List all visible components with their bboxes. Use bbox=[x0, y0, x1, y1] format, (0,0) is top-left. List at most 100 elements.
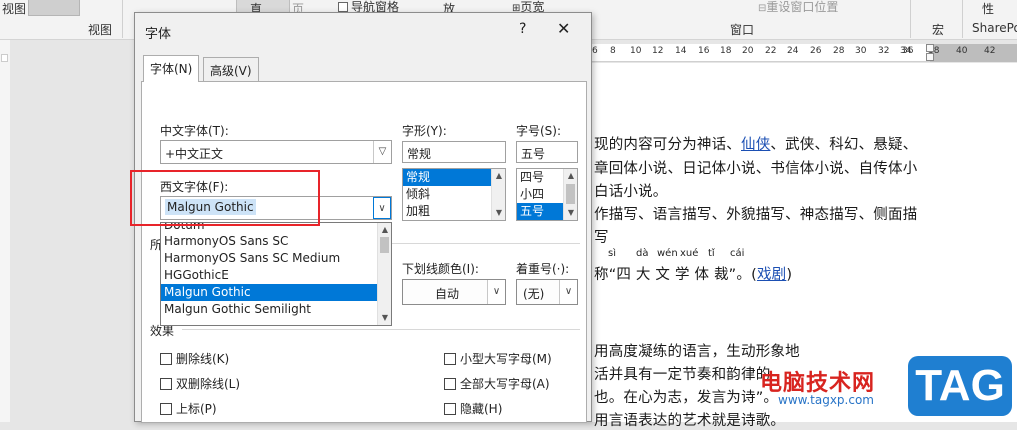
emphasis-combo[interactable]: (无) ∨ bbox=[516, 279, 578, 305]
indent-marker[interactable] bbox=[926, 53, 934, 61]
ruler-number: 8 bbox=[610, 46, 616, 56]
checkbox-label: 小型大写字母(M) bbox=[460, 352, 552, 366]
font-option[interactable]: Dotum bbox=[161, 223, 391, 233]
scroll-up-icon[interactable]: ▲ bbox=[564, 169, 577, 183]
west-font-label: 西文字体(F): bbox=[160, 180, 229, 194]
scroll-thumb[interactable] bbox=[380, 237, 389, 253]
doc-line: 活并具有一定节奏和韵律的 bbox=[594, 367, 771, 383]
font-option[interactable]: Malgun Gothic bbox=[161, 284, 391, 301]
ruler-number: 16 bbox=[698, 46, 710, 56]
checkbox-label: 上标(P) bbox=[176, 402, 217, 416]
ruler-number: 36 bbox=[902, 46, 914, 56]
font-option[interactable]: Malgun Gothic Semilight bbox=[161, 301, 391, 318]
size-listbox[interactable]: 四号 小四 五号 ▲ ▼ bbox=[516, 168, 578, 221]
ribbon-thumbnail[interactable] bbox=[28, 0, 80, 16]
ruler-number: 24 bbox=[787, 46, 799, 56]
font-option[interactable]: HGGothicE bbox=[161, 267, 391, 284]
emphasis-label: 着重号(·): bbox=[516, 262, 570, 276]
size-label: 字号(S): bbox=[516, 124, 562, 138]
indent-marker[interactable] bbox=[926, 44, 934, 52]
size-input[interactable]: 五号 bbox=[516, 141, 578, 163]
west-font-dropdown-list[interactable]: Dotum HarmonyOS Sans SC HarmonyOS Sans S… bbox=[160, 222, 392, 326]
watermark-url: www.tagxp.com bbox=[778, 393, 874, 407]
dialog-title: 字体 bbox=[145, 27, 172, 42]
watermark-tag-logo: TAG bbox=[908, 356, 1012, 416]
list-item[interactable]: 常规 bbox=[403, 169, 505, 186]
list-item[interactable]: 倾斜 bbox=[403, 186, 505, 203]
doc-line: 用言语表达的艺术就是诗歌。 bbox=[594, 413, 786, 429]
scroll-up-icon[interactable]: ▲ bbox=[378, 223, 391, 237]
checkbox-label: 全部大写字母(A) bbox=[460, 377, 550, 391]
tab-font[interactable]: 字体(N) bbox=[143, 55, 200, 82]
reset-window-label: 重设窗口位置 bbox=[766, 0, 839, 14]
strikethrough-checkbox[interactable]: 删除线(K) bbox=[160, 350, 229, 367]
checkbox-icon[interactable] bbox=[444, 378, 456, 390]
left-margin-marker bbox=[1, 54, 8, 62]
chevron-down-icon[interactable]: ▽ bbox=[373, 141, 391, 163]
ruler-number: 6 bbox=[592, 46, 598, 56]
tab-advanced[interactable]: 高级(V) bbox=[203, 57, 259, 81]
superscript-checkbox[interactable]: 上标(P) bbox=[160, 400, 217, 417]
close-icon[interactable]: ✕ bbox=[557, 19, 570, 38]
ruler-number: 22 bbox=[765, 46, 777, 56]
ruler-number: 30 bbox=[855, 46, 867, 56]
style-label: 字形(Y): bbox=[402, 124, 447, 138]
doc-text: 现的内容可分为神话、 bbox=[594, 137, 741, 153]
checkbox-icon[interactable] bbox=[444, 353, 456, 365]
reset-window-button[interactable]: ⊟重设窗口位置 bbox=[758, 0, 838, 15]
doc-line: 称“四 大 文 学 体 裁”。(戏剧) bbox=[594, 263, 792, 284]
font-option[interactable]: HarmonyOS Sans SC bbox=[161, 233, 391, 250]
west-font-combo[interactable]: Malgun Gothic ∨ bbox=[160, 196, 392, 220]
section-divider bbox=[182, 329, 580, 330]
hidden-checkbox[interactable]: 隐藏(H) bbox=[444, 400, 502, 417]
sharepoint-group-label: SharePo bbox=[972, 21, 1017, 35]
scroll-down-icon[interactable]: ▼ bbox=[492, 206, 505, 220]
style-input[interactable]: 常规 bbox=[402, 141, 506, 163]
doc-line: 章回体小说、日记体小说、书信体小说、自传体小 bbox=[594, 161, 918, 177]
small-caps-checkbox[interactable]: 小型大写字母(M) bbox=[444, 350, 552, 367]
chevron-down-icon[interactable]: ∨ bbox=[373, 197, 391, 219]
doc-line: 白话小说。 bbox=[594, 184, 668, 200]
emphasis-value: (无) bbox=[523, 287, 545, 301]
doc-text: 、武侠、科幻、悬疑、 bbox=[770, 137, 918, 153]
scroll-down-icon[interactable]: ▼ bbox=[378, 311, 391, 325]
all-caps-checkbox[interactable]: 全部大写字母(A) bbox=[444, 375, 550, 392]
scrollbar[interactable]: ▲ ▼ bbox=[563, 169, 577, 220]
west-font-value: Malgun Gothic bbox=[165, 199, 256, 215]
checkbox-label: 双删除线(L) bbox=[176, 377, 241, 391]
ruler-number: 18 bbox=[720, 46, 732, 56]
checkbox-icon[interactable] bbox=[160, 403, 172, 415]
scroll-thumb[interactable] bbox=[566, 184, 575, 204]
help-button[interactable]: ? bbox=[519, 21, 526, 37]
doc-link-xianxia[interactable]: 仙侠 bbox=[741, 137, 770, 153]
cn-font-label: 中文字体(T): bbox=[160, 124, 229, 138]
doc-line: 作描写、语言描写、外貌描写、神态描写、侧面描 bbox=[594, 207, 918, 223]
ruler-number: 42 bbox=[984, 46, 996, 56]
ruler-number: 14 bbox=[675, 46, 687, 56]
chevron-down-icon[interactable]: ∨ bbox=[487, 280, 505, 304]
ruby-annotation: xué bbox=[680, 248, 699, 259]
scrollbar[interactable]: ▲ ▼ bbox=[377, 223, 391, 325]
cn-font-combo[interactable]: +中文正文 ▽ bbox=[160, 140, 392, 164]
ruler-number: 32 bbox=[878, 46, 890, 56]
checkbox-icon[interactable] bbox=[160, 378, 172, 390]
font-option[interactable]: HarmonyOS Sans SC Medium bbox=[161, 250, 391, 267]
chevron-down-icon[interactable]: ∨ bbox=[559, 280, 577, 304]
doc-link-drama[interactable]: 戏剧 bbox=[757, 267, 786, 283]
doc-line: 也。在心为志，发言为诗”。 bbox=[594, 390, 779, 406]
view-label-top: 视图 bbox=[2, 2, 27, 16]
list-item[interactable]: 加粗 bbox=[403, 203, 505, 220]
underline-color-combo[interactable]: 自动 ∨ bbox=[402, 279, 506, 305]
checkbox-icon[interactable] bbox=[444, 403, 456, 415]
style-listbox[interactable]: 常规 倾斜 加粗 ▲ ▼ bbox=[402, 168, 506, 221]
checkbox-icon[interactable] bbox=[160, 353, 172, 365]
property-label: 性 bbox=[982, 2, 995, 16]
underline-color-value: 自动 bbox=[435, 287, 460, 301]
double-strike-checkbox[interactable]: 双删除线(L) bbox=[160, 375, 240, 392]
scrollbar[interactable]: ▲ ▼ bbox=[491, 169, 505, 220]
macro-group-label: 宏 bbox=[932, 23, 945, 37]
scroll-down-icon[interactable]: ▼ bbox=[564, 206, 577, 220]
underline-color-label: 下划线颜色(I): bbox=[402, 262, 479, 276]
ruby-annotation: wén bbox=[657, 248, 678, 259]
scroll-up-icon[interactable]: ▲ bbox=[492, 169, 505, 183]
